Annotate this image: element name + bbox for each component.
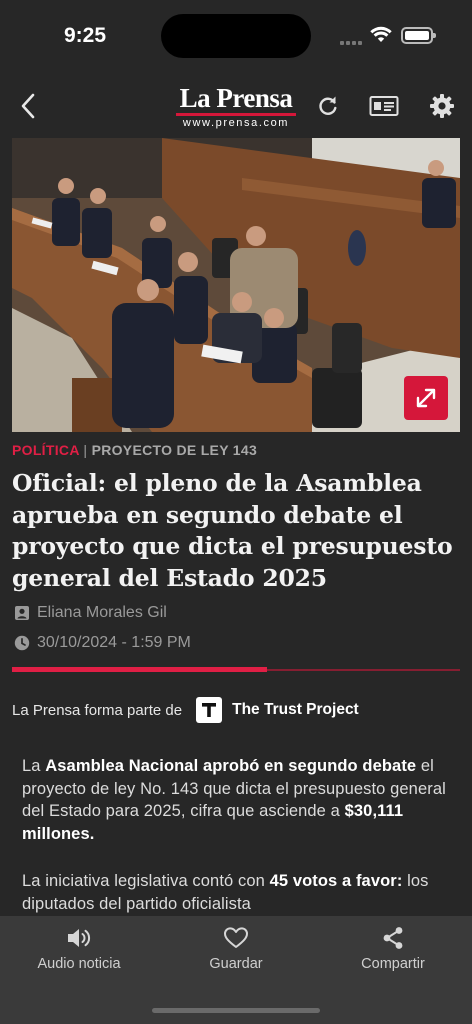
status-bar: 9:25	[0, 0, 472, 70]
paragraph-bold-text: Asamblea Nacional aprobó en segundo deba…	[45, 757, 417, 775]
refresh-button[interactable]	[312, 90, 344, 122]
expand-icon	[416, 388, 436, 408]
logo-divider	[176, 113, 296, 116]
heart-icon	[224, 927, 248, 948]
status-time: 9:25	[64, 24, 107, 47]
article-kicker: POLÍTICA | PROYECTO DE LEY 143	[12, 442, 257, 458]
dynamic-island	[161, 14, 311, 58]
gear-icon	[430, 94, 454, 118]
save-button[interactable]: Guardar	[196, 926, 276, 972]
kicker-separator: |	[83, 442, 88, 458]
chevron-left-icon	[21, 93, 35, 119]
back-button[interactable]	[14, 90, 42, 122]
article-hero-image[interactable]	[12, 138, 460, 432]
audio-news-button[interactable]: Audio noticia	[26, 926, 132, 972]
section-link[interactable]: POLÍTICA	[12, 442, 79, 458]
author-row[interactable]: Eliana Morales Gil	[14, 604, 167, 622]
article-paragraph: La Asamblea Nacional aprobó en segundo d…	[22, 755, 450, 845]
article-paragraph: La iniciativa legislativa contó con 45 v…	[22, 870, 450, 915]
paragraph-text: La	[22, 757, 46, 775]
person-icon	[15, 606, 29, 620]
logo-url: www.prensa.com	[182, 117, 290, 129]
assembly-photo	[12, 138, 460, 432]
topic-tag[interactable]: PROYECTO DE LEY 143	[92, 442, 257, 458]
audio-news-label: Audio noticia	[37, 956, 121, 972]
wifi-icon	[370, 26, 392, 42]
trust-prefix: La Prensa forma parte de	[12, 701, 183, 719]
read-progress-bar	[12, 667, 268, 672]
subscriber-card-button[interactable]	[368, 90, 400, 122]
refresh-icon	[319, 96, 337, 115]
settings-button[interactable]	[426, 90, 458, 122]
clock-icon	[14, 635, 30, 651]
paragraph-text: La iniciativa legislativa contó con	[22, 872, 270, 890]
trust-project-banner[interactable]: La Prensa forma parte de The Trust Proje…	[12, 696, 359, 724]
paragraph-bold-text: 45 votos a favor:	[269, 872, 403, 890]
logo-title: La Prensa	[179, 83, 293, 113]
article-headline: Oficial: el pleno de la Asamblea aprueba…	[12, 469, 453, 592]
la-prensa-logo[interactable]: La Prensa www.prensa.com	[172, 83, 300, 129]
id-card-icon	[369, 96, 399, 116]
date-row: 30/10/2024 - 1:59 PM	[14, 634, 191, 652]
battery-icon	[401, 27, 436, 44]
speaker-icon	[68, 929, 91, 947]
top-nav-bar: La Prensa www.prensa.com	[0, 80, 472, 132]
save-label: Guardar	[209, 956, 263, 972]
expand-image-button[interactable]	[404, 376, 448, 420]
share-button[interactable]: Compartir	[352, 926, 434, 972]
share-icon	[383, 927, 403, 949]
share-label: Compartir	[361, 956, 425, 972]
signal-icon	[340, 39, 362, 45]
publish-datetime: 30/10/2024 - 1:59 PM	[37, 634, 191, 651]
home-indicator	[152, 1008, 320, 1013]
trust-project-name: The Trust Project	[232, 701, 359, 718]
trust-project-logo-icon	[196, 697, 223, 723]
author-name: Eliana Morales Gil	[37, 604, 167, 621]
